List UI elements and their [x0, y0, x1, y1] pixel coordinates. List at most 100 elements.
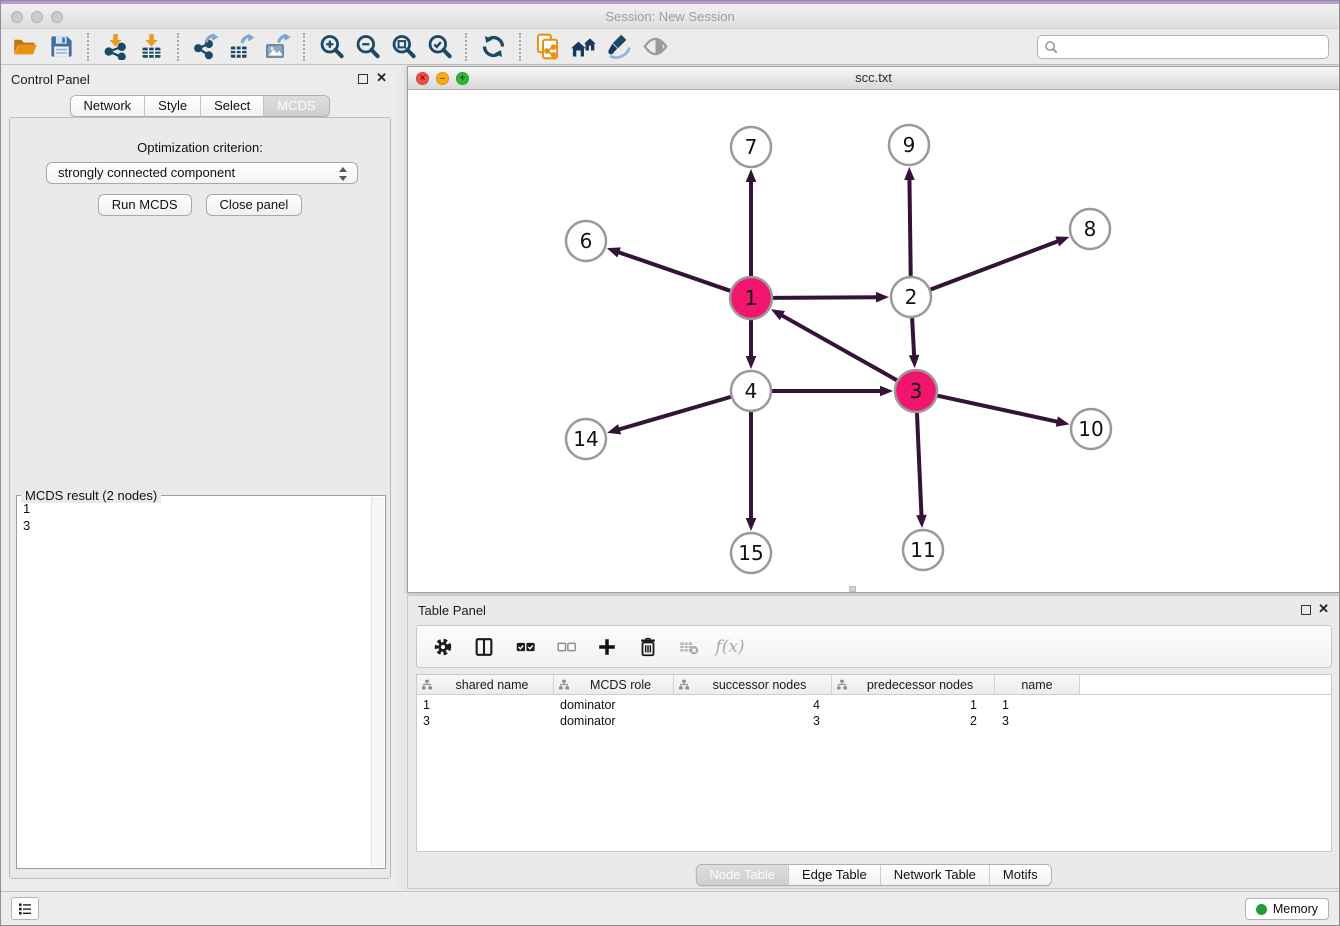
- table-panel: Table Panel ✕: [407, 595, 1340, 889]
- graph-edge-2-8[interactable]: [931, 241, 1059, 289]
- workspace-area: × – + scc.txt 7968124314101511 Table Pan…: [398, 65, 1340, 893]
- graph-node-label: 3: [910, 379, 923, 403]
- table-cell[interactable]: 3: [995, 713, 1080, 729]
- result-scrollbar[interactable]: [371, 497, 384, 867]
- zoom-fit-icon[interactable]: [385, 31, 421, 62]
- tab-edge-table[interactable]: Edge Table: [789, 865, 881, 885]
- table-panel-title: Table Panel: [418, 603, 486, 618]
- table-float-panel-icon[interactable]: [1301, 605, 1311, 615]
- network-canvas[interactable]: 7968124314101511: [408, 90, 1339, 592]
- table-cell[interactable]: 4: [674, 697, 832, 713]
- graph-edge-2-9[interactable]: [909, 179, 910, 276]
- graph-edge-arrowhead: [1055, 236, 1069, 246]
- mcds-result-text[interactable]: 1 3: [19, 500, 369, 866]
- export-network-icon[interactable]: [187, 31, 223, 62]
- table-row[interactable]: 3dominator323: [417, 713, 1331, 729]
- run-mcds-button[interactable]: Run MCDS: [98, 194, 192, 216]
- column-header-successor-nodes[interactable]: successor nodes: [674, 675, 832, 694]
- table-row[interactable]: 1dominator411: [417, 697, 1331, 713]
- toolbar-separator: [303, 33, 305, 61]
- control-panel-title: Control Panel: [11, 72, 90, 87]
- table-cell[interactable]: 1: [417, 697, 554, 713]
- column-header-MCDS-role[interactable]: MCDS role: [554, 675, 674, 694]
- attribute-tree-icon: [558, 679, 570, 691]
- tab-motifs[interactable]: Motifs: [990, 865, 1051, 885]
- column-layout-icon[interactable]: [471, 634, 497, 660]
- toolbar-separator: [465, 33, 467, 61]
- table-close-panel-icon[interactable]: ✕: [1318, 601, 1329, 617]
- tab-style[interactable]: Style: [145, 96, 201, 116]
- export-image-icon[interactable]: [259, 31, 295, 62]
- graph-edge-arrowhead: [916, 515, 927, 528]
- graph-edge-4-14[interactable]: [619, 397, 731, 430]
- graph-edge-3-10[interactable]: [937, 396, 1057, 422]
- select-all-columns-icon[interactable]: [512, 634, 538, 660]
- graph-edge-1-2[interactable]: [773, 297, 877, 298]
- table-cell[interactable]: 1: [995, 697, 1080, 713]
- network-window-title: scc.txt: [408, 67, 1339, 89]
- paintbrush-icon[interactable]: [601, 31, 637, 62]
- search-input[interactable]: [1062, 37, 1322, 57]
- graph-node-label: 9: [903, 133, 916, 157]
- duplicate-network-icon[interactable]: [529, 31, 565, 62]
- close-panel-icon[interactable]: ✕: [376, 70, 387, 86]
- node-table: shared nameMCDS rolesuccessor nodesprede…: [416, 674, 1332, 852]
- table-cell[interactable]: 3: [417, 713, 554, 729]
- zoom-in-icon[interactable]: [313, 31, 349, 62]
- export-table-icon[interactable]: [223, 31, 259, 62]
- main-titlebar: Session: New Session: [1, 4, 1339, 29]
- task-history-button[interactable]: [11, 897, 39, 920]
- add-column-icon[interactable]: [594, 634, 620, 660]
- graph-edge-1-6[interactable]: [618, 252, 730, 291]
- graph-node-label: 2: [905, 285, 918, 309]
- optimization-label: Optimization criterion:: [10, 140, 390, 155]
- table-cell[interactable]: 3: [674, 713, 832, 729]
- zoom-selected-icon[interactable]: [421, 31, 457, 62]
- home-icon[interactable]: [565, 31, 601, 62]
- unselect-all-columns-icon[interactable]: [553, 634, 579, 660]
- tab-mcds[interactable]: MCDS: [264, 96, 328, 116]
- graph-node-label: 10: [1078, 417, 1103, 441]
- graph-node-label: 1: [745, 286, 758, 310]
- delete-column-icon[interactable]: [635, 634, 661, 660]
- horizontal-splitter-handle[interactable]: [849, 586, 856, 592]
- column-header-name[interactable]: name: [995, 675, 1080, 694]
- save-icon[interactable]: [43, 31, 79, 62]
- toolbar-separator: [177, 33, 179, 61]
- table-toolbar: f(x): [416, 625, 1332, 668]
- graph-edge-3-11[interactable]: [917, 413, 922, 516]
- column-header-predecessor-nodes[interactable]: predecessor nodes: [832, 675, 995, 694]
- attribute-tree-icon: [836, 679, 848, 691]
- function-builder-icon: f(x): [717, 634, 743, 660]
- float-panel-icon[interactable]: [358, 74, 368, 84]
- tab-select[interactable]: Select: [201, 96, 264, 116]
- table-header-row: shared nameMCDS rolesuccessor nodesprede…: [417, 675, 1331, 695]
- import-table-icon[interactable]: [133, 31, 169, 62]
- tab-node-table[interactable]: Node Table: [696, 865, 789, 885]
- table-cell[interactable]: dominator: [554, 697, 674, 713]
- settings-gear-icon[interactable]: [430, 634, 456, 660]
- zoom-out-icon[interactable]: [349, 31, 385, 62]
- dropdown-stepper-icon: [339, 166, 349, 182]
- memory-button[interactable]: Memory: [1245, 898, 1329, 920]
- refresh-icon[interactable]: [475, 31, 511, 62]
- import-network-icon[interactable]: [97, 31, 133, 62]
- graph-edge-2-3[interactable]: [912, 318, 914, 356]
- graph-edge-arrowhead: [909, 355, 920, 368]
- table-cell[interactable]: dominator: [554, 713, 674, 729]
- tab-network[interactable]: Network: [70, 96, 145, 116]
- network-window-titlebar[interactable]: × – + scc.txt: [408, 67, 1339, 90]
- open-folder-icon[interactable]: [7, 31, 43, 62]
- content-area: Control Panel ✕ NetworkStyleSelectMCDS O…: [1, 65, 1340, 893]
- column-header-shared-name[interactable]: shared name: [417, 675, 554, 694]
- graph-node-label: 15: [738, 541, 763, 565]
- table-cell[interactable]: 1: [832, 697, 995, 713]
- tab-network-table[interactable]: Network Table: [881, 865, 990, 885]
- close-panel-button[interactable]: Close panel: [206, 194, 303, 216]
- table-cell[interactable]: 2: [832, 713, 995, 729]
- dropdown-value: strongly connected component: [58, 165, 235, 180]
- optimization-dropdown[interactable]: strongly connected component: [46, 162, 358, 184]
- graph-edge-3-1[interactable]: [781, 315, 896, 380]
- mcds-result-box: MCDS result (2 nodes) 1 3: [16, 495, 386, 869]
- network-graph: 7968124314101511: [408, 90, 1339, 592]
